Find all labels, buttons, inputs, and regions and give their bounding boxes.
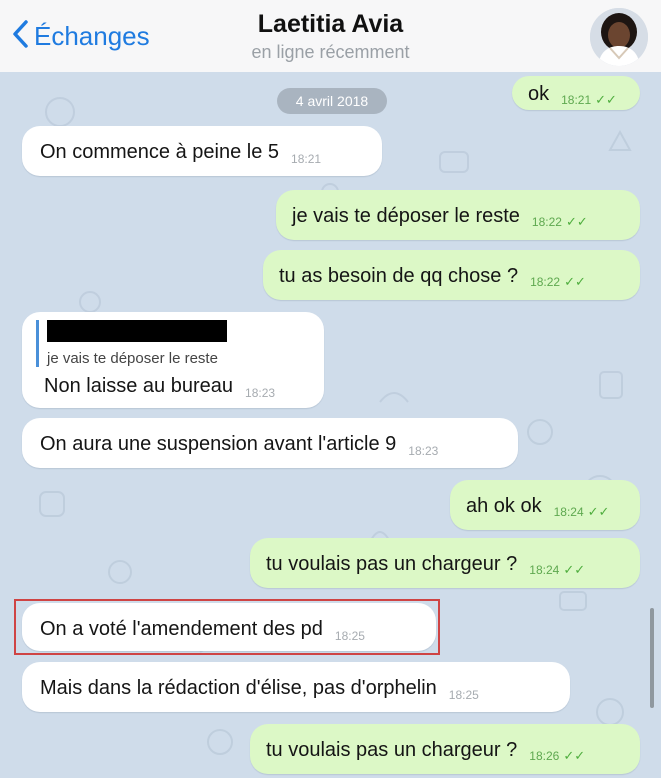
chat-screen: Échanges Laetitia Avia en ligne récemmen…: [0, 0, 661, 778]
message-time: 18:23: [408, 444, 439, 458]
message-text: ah ok ok: [466, 495, 542, 517]
message-time: 18:22: [531, 215, 562, 229]
message-time: 18:23: [245, 386, 276, 400]
message-meta: 18:23: [408, 444, 438, 458]
message-bubble[interactable]: je vais te déposer le reste 18:22 ✓✓: [276, 190, 640, 240]
message-text: tu voulais pas un chargeur ?: [266, 739, 518, 761]
message-meta: 18:26 ✓✓: [529, 748, 585, 764]
message-text: On commence à peine le 5: [40, 141, 280, 163]
message-text: Non laisse au bureau: [44, 375, 234, 397]
message-bubble[interactable]: tu voulais pas un chargeur ? 18:26 ✓✓: [250, 724, 640, 774]
message-time: 18:25: [448, 688, 479, 702]
message-text: ok: [528, 83, 550, 105]
reply-body: Non laisse au bureau 18:23: [44, 375, 275, 400]
message-meta: 18:22 ✓✓: [530, 274, 586, 290]
message-list[interactable]: 4 avril 2018 ok 18:21 ✓✓ On commence à p…: [0, 72, 661, 778]
message-meta: 18:22 ✓✓: [532, 214, 588, 230]
message-text: je vais te déposer le reste: [292, 205, 520, 227]
message-bubble[interactable]: tu voulais pas un chargeur ? 18:24 ✓✓: [250, 538, 640, 588]
double-check-icon: ✓✓: [563, 562, 586, 577]
reply-quote[interactable]: je vais te déposer le reste: [36, 320, 227, 367]
date-separator: 4 avril 2018: [277, 88, 387, 114]
message-bubble[interactable]: On aura une suspension avant l'article 9…: [22, 418, 518, 468]
message-meta: 18:25: [449, 688, 479, 702]
double-check-icon: ✓✓: [564, 274, 586, 289]
chat-header: Échanges Laetitia Avia en ligne récemmen…: [0, 0, 661, 73]
reply-message-bubble[interactable]: je vais te déposer le reste Non laisse a…: [22, 312, 324, 408]
message-meta: 18:24 ✓✓: [529, 562, 585, 578]
message-meta: 18:21 ✓✓: [561, 92, 617, 108]
message-time: 18:24: [553, 505, 584, 519]
message-time: 18:24: [529, 563, 560, 577]
contact-avatar[interactable]: [590, 8, 648, 66]
quoted-text: je vais te déposer le reste: [47, 350, 218, 367]
message-time: 18:21: [561, 93, 592, 107]
message-text: tu as besoin de qq chose ?: [279, 265, 519, 287]
scrollbar[interactable]: [650, 608, 654, 708]
double-check-icon: ✓✓: [587, 504, 610, 519]
highlight-frame: [14, 599, 440, 655]
message-bubble[interactable]: On commence à peine le 5 18:21: [22, 126, 382, 176]
message-text: tu voulais pas un chargeur ?: [266, 553, 518, 575]
message-meta: 18:24 ✓✓: [554, 504, 610, 520]
message-text: On aura une suspension avant l'article 9: [40, 433, 397, 455]
contact-name[interactable]: Laetitia Avia: [0, 10, 661, 39]
message-time: 18:22: [530, 275, 561, 289]
message-bubble[interactable]: tu as besoin de qq chose ? 18:22 ✓✓: [263, 250, 640, 300]
message-meta: 18:23: [245, 386, 275, 400]
message-bubble[interactable]: ah ok ok 18:24 ✓✓: [450, 480, 640, 530]
message-time: 18:26: [529, 749, 560, 763]
double-check-icon: ✓✓: [563, 748, 586, 763]
double-check-icon: ✓✓: [565, 214, 588, 229]
message-text: Mais dans la rédaction d'élise, pas d'or…: [40, 677, 437, 699]
message-bubble[interactable]: ok 18:21 ✓✓: [512, 76, 640, 110]
message-bubble[interactable]: Mais dans la rédaction d'élise, pas d'or…: [22, 662, 570, 712]
message-meta: 18:21: [291, 152, 321, 166]
double-check-icon: ✓✓: [595, 92, 617, 107]
message-time: 18:21: [291, 152, 322, 166]
redacted-author: [47, 320, 227, 342]
contact-status: en ligne récemment: [251, 42, 410, 62]
